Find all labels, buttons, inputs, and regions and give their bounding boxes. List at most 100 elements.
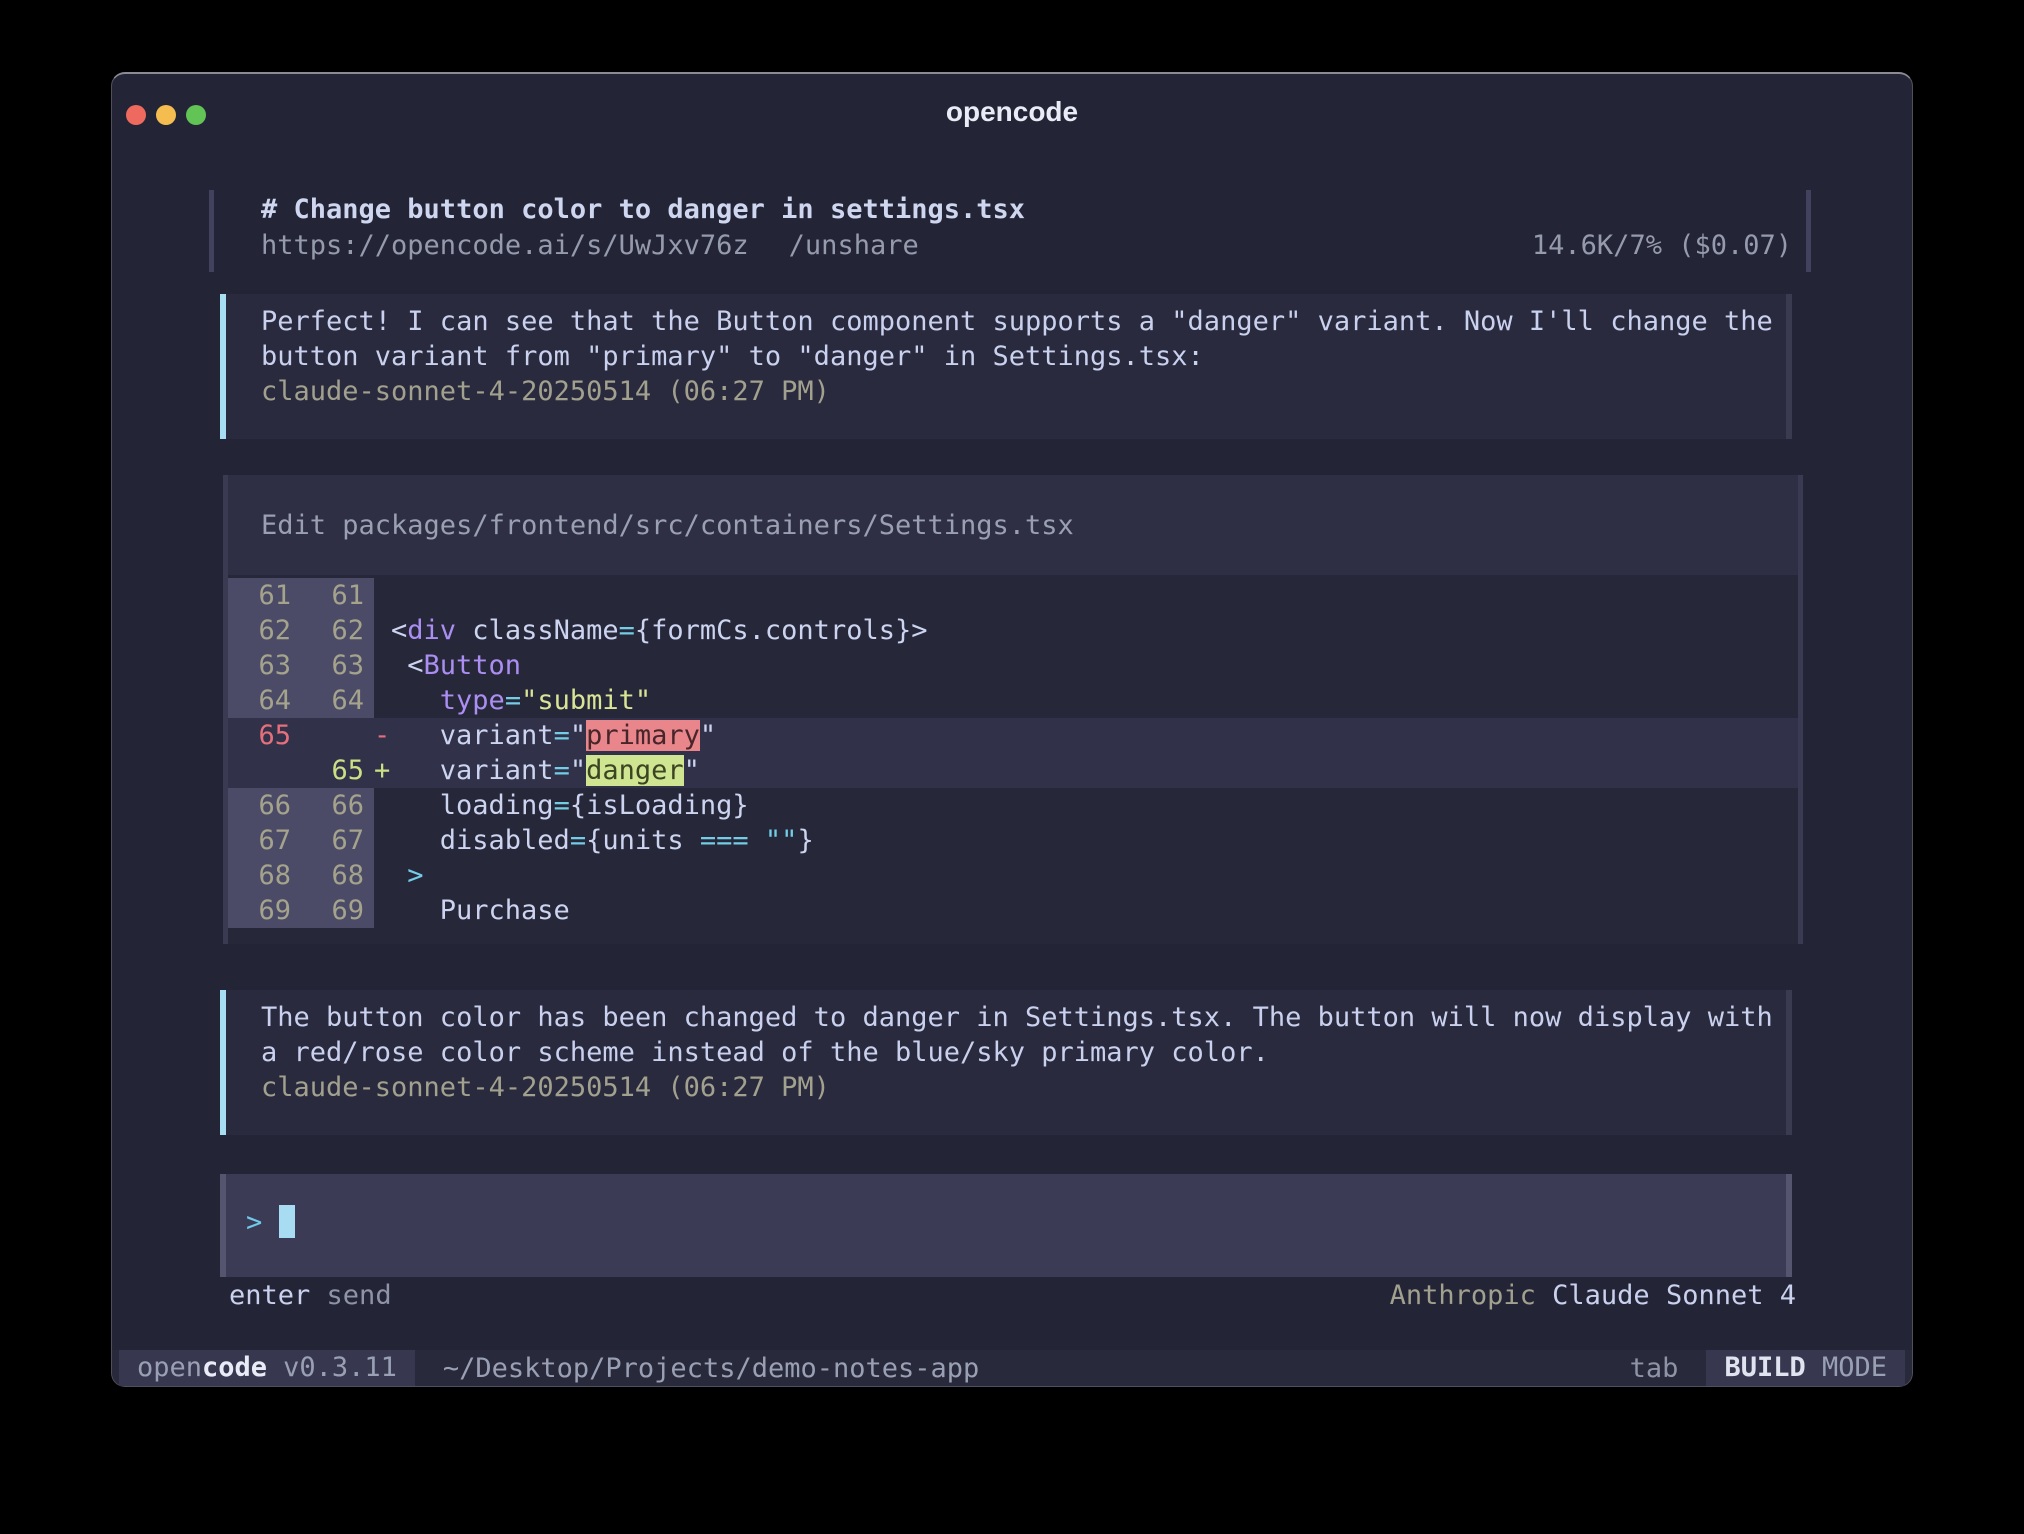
opencode-window: opencode # Change button color to danger… [111,72,1913,1387]
code-token: " [570,720,586,751]
code-token: < [391,615,407,646]
code-token: danger [586,755,684,786]
diff-change-marker: - [374,718,391,753]
mode-label-bold: BUILD [1724,1352,1805,1383]
code-token [391,860,407,891]
diff-change-marker [374,788,391,823]
diff-row: 6363 <Button [228,648,1798,683]
code-token: = [554,755,570,786]
diff-code-line: variant="danger" [391,753,700,788]
code-token: Button [424,650,522,681]
diff-row: 6161 [228,578,1798,613]
diff-line-number-old: 67 [228,823,301,858]
session-header: # Change button color to danger in setti… [209,190,1811,272]
code-token: div [407,615,456,646]
code-token: type [440,685,505,716]
diff-row: 6262<div className={formCs.controls}> [228,613,1798,648]
diff-row: 6868 > [228,858,1798,893]
hints-row: enter send Anthropic Claude Sonnet 4 [229,1278,1796,1313]
code-token: primary [586,720,700,751]
code-token [391,685,440,716]
diff-line-number-new: 69 [301,893,374,928]
message-line: button variant from "primary" to "danger… [261,339,1786,374]
diff-change-marker [374,858,391,893]
diff-row: 6666 loading={isLoading} [228,788,1798,823]
prompt-input[interactable]: > [220,1174,1792,1277]
text-cursor [279,1205,295,1238]
window-title: opencode [112,96,1912,128]
diff-line-number-old: 63 [228,648,301,683]
diff-change-marker [374,578,391,613]
prompt-symbol: > [246,1207,262,1238]
diff-line-number-new: 64 [301,683,374,718]
app-version: v0.3.11 [283,1352,397,1383]
status-bar: opencodev0.3.11 ~/Desktop/Projects/demo-… [112,1350,1912,1386]
code-token: = [570,825,586,856]
code-token: {units [586,825,700,856]
session-title-row: # Change button color to danger in setti… [214,192,1806,228]
provider-name: Anthropic [1390,1280,1536,1311]
diff-line-number-old [228,753,301,788]
diff-code-line: Purchase [391,893,570,928]
diff-line-number-new: 66 [301,788,374,823]
diff-line-number-old: 62 [228,613,301,648]
assistant-message-1: Perfect! I can see that the Button compo… [220,294,1792,439]
edit-tool-header: Edit packages/frontend/src/containers/Se… [228,475,1798,575]
diff-line-number-new: 63 [301,648,374,683]
diff-code-line: type="submit" [391,683,651,718]
session-meta-row: https://opencode.ai/s/UwJxv76z/unshare 1… [214,228,1806,264]
diff-line-number-new: 61 [301,578,374,613]
send-action-hint: send [327,1280,392,1311]
token-usage: 14.6K/7% ($0.07) [1532,228,1792,264]
diff-code-line: <Button [391,648,521,683]
message-line: a red/rose color scheme instead of the b… [261,1035,1786,1070]
code-token: = [505,685,521,716]
message-line: The button color has been changed to dan… [261,1000,1786,1035]
message-model-timestamp: claude-sonnet-4-20250514 (06:27 PM) [261,374,1786,409]
diff-change-marker [374,823,391,858]
working-directory: ~/Desktop/Projects/demo-notes-app [443,1353,979,1384]
diff-change-marker [374,893,391,928]
edit-tool-panel: Edit packages/frontend/src/containers/Se… [223,475,1803,944]
diff-code-line: disabled={units === ""} [391,823,814,858]
diff-row: 65+ variant="danger" [228,753,1798,788]
code-token: < [391,650,424,681]
share-url[interactable]: https://opencode.ai/s/UwJxv76z [261,230,749,261]
prompt-row: > [246,1205,1786,1240]
titlebar: opencode [112,74,1912,144]
code-token: } [797,825,813,856]
assistant-message-2: The button color has been changed to dan… [220,990,1792,1135]
code-token: loading [391,790,554,821]
send-hint: enter send [229,1278,392,1313]
tab-key-hint: tab [1630,1353,1679,1384]
code-token: disabled [391,825,570,856]
code-token: = [554,720,570,751]
session-title: # Change button color to danger in setti… [261,194,1025,225]
diff-line-number-new: 68 [301,858,374,893]
code-token: "" [765,825,798,856]
code-token [749,825,765,856]
brand-open: open [137,1352,202,1383]
code-token: Purchase [391,895,570,926]
code-token: {isLoading} [570,790,749,821]
diff-line-number-old: 66 [228,788,301,823]
build-mode-badge: BUILD MODE [1706,1350,1905,1386]
code-token: === [700,825,749,856]
diff-change-marker [374,683,391,718]
mode-label-rest: MODE [1806,1352,1887,1383]
model-indicator: Anthropic Claude Sonnet 4 [1390,1278,1796,1313]
diff-line-number-old: 64 [228,683,301,718]
code-token: className [456,615,619,646]
diff-line-number-old: 61 [228,578,301,613]
diff-change-marker: + [374,753,391,788]
code-token: " [570,755,586,786]
code-token: " [684,755,700,786]
diff-line-number-new: 67 [301,823,374,858]
code-token: {formCs.controls}> [635,615,928,646]
diff-rows: 61616262<div className={formCs.controls}… [228,578,1798,928]
code-token: > [407,860,423,891]
code-token: "submit" [521,685,651,716]
diff-line-number-old: 69 [228,893,301,928]
diff-code-line: variant="primary" [391,718,716,753]
message-line: Perfect! I can see that the Button compo… [261,304,1786,339]
